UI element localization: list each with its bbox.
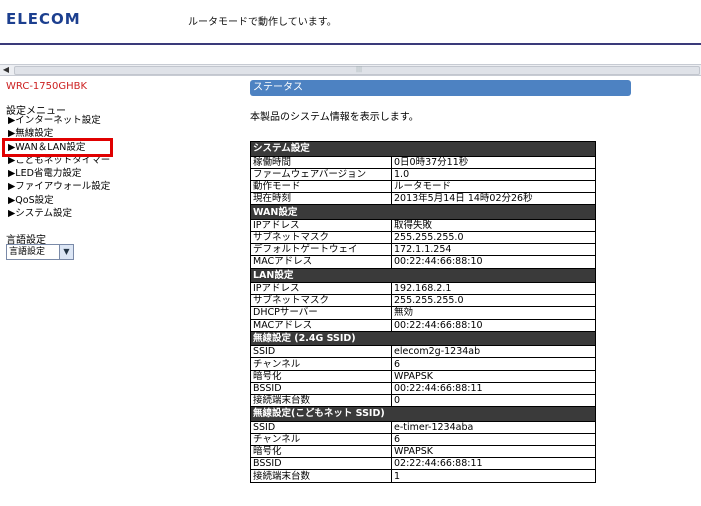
table-row: 暗号化 WPAPSK [250,369,596,383]
table-row: サブネットマスク 255.255.255.0 [250,294,596,308]
table-row: 暗号化 WPAPSK [250,445,596,459]
sidebar-menu-item[interactable]: ▶インターネット設定 [8,114,110,127]
field-value: 02:22:44:66:88:11 [391,457,596,471]
table-row: チャンネル 6 [250,432,596,447]
table-row: IPアドレス 192.168.2.1 [250,281,596,296]
field-value: 00:22:44:66:88:11 [391,381,596,396]
field-value: WPAPSK [391,445,596,459]
table-row: 動作モード ルータモード [250,179,596,194]
field-label: 接続端末台数 [250,393,392,408]
field-value: 0日0時37分11秒 [391,155,596,169]
field-value: 1.0 [391,167,596,181]
status-table: システム設定 稼働時間 0日0時37分11秒 ファームウェアバージョン 1.0 動作モード… [250,141,596,483]
horizontal-scrollbar[interactable]: ◀ ||| [0,64,701,76]
header-divider [0,43,701,45]
field-label: ファームウェアバージョン [250,167,392,181]
field-value: 255.255.255.0 [391,294,596,308]
section-header-row: LAN設定 [250,267,596,283]
table-row: 現在時刻 2013年5月14日 14時02分26秒 [250,192,596,206]
table-row: ファームウェアバージョン 1.0 [250,167,596,181]
field-value: 255.255.255.0 [391,230,596,245]
section-header-row: 無線設定 (2.4G SSID) [250,330,596,347]
table-row: MACアドレス 00:22:44:66:88:10 [250,255,596,269]
table-row: BSSID 00:22:44:66:88:11 [250,381,596,396]
field-label: IPアドレス [250,281,392,296]
table-row: サブネットマスク 255.255.255.0 [250,230,596,245]
sidebar-menu-item[interactable]: ▶QoS設定 [8,194,110,207]
section-header-row: システム設定 [250,141,596,157]
chevron-down-icon[interactable]: ▼ [59,245,73,259]
field-label: 動作モード [250,179,392,194]
field-value: ルータモード [391,179,596,194]
table-row: SSID e-timer-1234aba [250,420,596,434]
settings-menu: ▶インターネット設定 ▶無線設定 ▶WAN＆LAN設定 ▶こどもネットタイマー ▶LED… [1,114,114,220]
top-header: ELECOM ルータモードで動作しています。 [0,0,701,44]
field-label: サブネットマスク [250,294,392,308]
elecom-logo: ELECOM [6,10,81,28]
table-row: IPアドレス 取得失敗 [250,218,596,232]
section-title: WAN設定 [250,204,596,220]
table-row: チャンネル 6 [250,357,596,371]
scrollbar-grip-icon: ||| [356,66,363,73]
table-row: BSSID 02:22:44:66:88:11 [250,457,596,471]
field-label: MACアドレス [250,318,392,332]
sidebar-menu-item[interactable]: ▶無線設定 [8,127,110,140]
field-label: SSID [250,345,392,359]
router-mode-text: ルータモードで動作しています。 [188,17,337,28]
field-value: 172.1.1.254 [391,243,596,257]
scroll-left-icon[interactable]: ◀ [1,65,11,75]
language-select[interactable]: 言語設定 ▼ [6,244,74,260]
field-value: 6 [391,432,596,447]
field-value: 192.168.2.1 [391,281,596,296]
sidebar-menu-item[interactable]: ▶こどもネットタイマー [8,154,110,167]
table-row: 接続端末台数 1 [250,469,596,483]
section-title: 無線設定(こどもネット SSID) [250,406,596,422]
field-label: BSSID [250,381,392,396]
field-label: 暗号化 [250,445,392,459]
field-value: 2013年5月14日 14時02分26秒 [391,192,596,206]
field-label: 現在時刻 [250,192,392,206]
field-value: 取得失敗 [391,218,596,232]
section-header-row: 無線設定(こどもネット SSID) [250,406,596,422]
field-label: MACアドレス [250,255,392,269]
status-description: 本製品のシステム情報を表示します。 [250,112,419,123]
field-label: IPアドレス [250,218,392,232]
field-value: WPAPSK [391,369,596,383]
table-row: MACアドレス 00:22:44:66:88:10 [250,318,596,332]
sidebar-menu-item[interactable]: ▶システム設定 [8,207,110,220]
section-header-row: WAN設定 [250,204,596,220]
language-select-value: 言語設定 [9,247,46,257]
sidebar-menu-item[interactable]: ▶WAN＆LAN設定 [1,137,114,157]
field-value: e-timer-1234aba [391,420,596,434]
field-label: チャンネル [250,357,392,371]
table-row: デフォルトゲートウェイ 172.1.1.254 [250,243,596,257]
status-title-bar: ステータス [250,80,631,96]
field-value: elecom2g-1234ab [391,345,596,359]
field-label: SSID [250,420,392,434]
field-value: 6 [391,357,596,371]
sidebar-menu-item[interactable]: ▶ファイアウォール設定 [8,180,110,193]
sidebar-menu-item[interactable]: ▶LED省電力設定 [8,167,110,180]
section-title: システム設定 [250,141,596,157]
field-label: BSSID [250,457,392,471]
field-label: 稼働時間 [250,155,392,169]
field-label: チャンネル [250,432,392,447]
field-label: 接続端末台数 [250,469,392,483]
section-title: LAN設定 [250,267,596,283]
field-value: 1 [391,469,596,483]
section-title: 無線設定 (2.4G SSID) [250,330,596,347]
field-value: 00:22:44:66:88:10 [391,318,596,332]
field-label: DHCPサーバー [250,306,392,320]
table-row: DHCPサーバー 無効 [250,306,596,320]
field-value: 0 [391,393,596,408]
field-label: 暗号化 [250,369,392,383]
field-label: デフォルトゲートウェイ [250,243,392,257]
field-value: 00:22:44:66:88:10 [391,255,596,269]
table-row: 接続端末台数 0 [250,393,596,408]
table-row: SSID elecom2g-1234ab [250,345,596,359]
field-value: 無効 [391,306,596,320]
table-row: 稼働時間 0日0時37分11秒 [250,155,596,169]
field-label: サブネットマスク [250,230,392,245]
model-name: WRC-1750GHBK [6,81,88,92]
